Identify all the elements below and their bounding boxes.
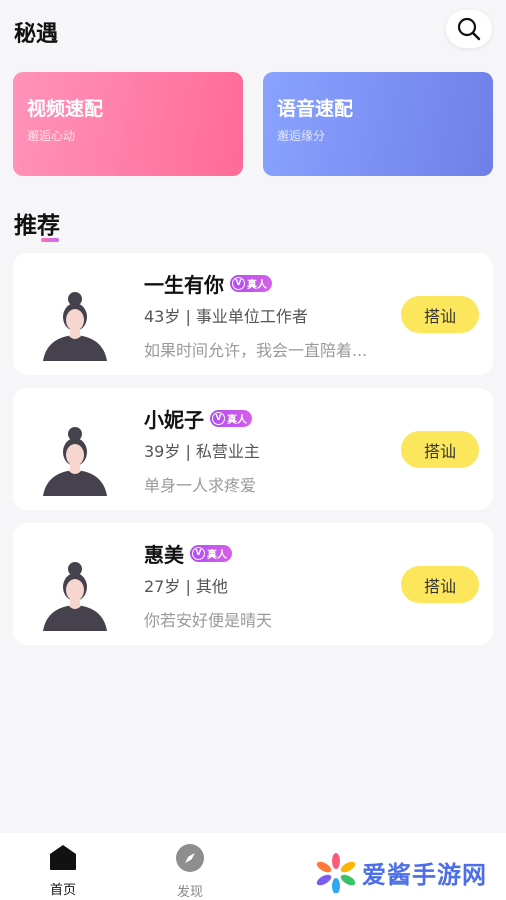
user-name-text: 小妮子	[144, 408, 204, 432]
verified-icon: V	[212, 412, 225, 425]
avatar-icon	[43, 427, 107, 496]
verified-label: 真人	[247, 280, 267, 291]
chat-button[interactable]: 搭讪	[401, 296, 479, 333]
video-match-title: 视频速配	[27, 98, 104, 120]
video-match-card[interactable]: 视频速配 邂逅心动	[13, 72, 243, 176]
user-info: 43岁 | 事业单位工作者	[144, 307, 308, 326]
user-signature: 你若安好便是晴天	[144, 611, 273, 630]
search-icon	[457, 17, 481, 41]
voice-match-card[interactable]: 语音速配 邂逅缘分	[263, 72, 493, 176]
tab-home[interactable]: 首页	[33, 843, 93, 898]
tab-home-label: 首页	[49, 883, 76, 898]
compass-icon	[176, 844, 204, 872]
user-name: 惠美 V 真人	[144, 539, 232, 568]
tab-discover[interactable]: 发现	[160, 843, 220, 900]
verified-badge: V 真人	[230, 275, 272, 292]
video-match-subtitle: 邂逅心动	[27, 129, 76, 143]
avatar-icon	[43, 292, 107, 361]
verified-badge: V 真人	[190, 545, 232, 562]
verified-badge: V 真人	[210, 410, 252, 427]
user-info: 27岁 | 其他	[144, 577, 228, 596]
tab-discover-label: 发现	[176, 885, 203, 900]
verified-icon: V	[192, 547, 205, 560]
section-title: 推荐	[14, 213, 60, 239]
voice-match-subtitle: 邂逅缘分	[277, 129, 326, 143]
verified-icon: V	[232, 277, 245, 290]
voice-match-title: 语音速配	[277, 98, 354, 120]
section-underline	[41, 238, 59, 242]
chat-button[interactable]: 搭讪	[401, 431, 479, 468]
verified-label: 真人	[207, 550, 227, 561]
user-card[interactable]: 惠美 V 真人 27岁 | 其他 你若安好便是晴天 搭讪	[13, 523, 493, 645]
avatar-icon	[43, 562, 107, 631]
home-icon	[50, 845, 76, 870]
search-button[interactable]	[446, 10, 492, 48]
user-signature: 如果时间允许，我会一直陪着...	[144, 341, 368, 360]
user-info: 39岁 | 私营业主	[144, 442, 260, 461]
verified-label: 真人	[227, 415, 247, 426]
chat-button[interactable]: 搭讪	[401, 566, 479, 603]
user-name-text: 一生有你	[144, 273, 224, 297]
user-name: 一生有你 V 真人	[144, 269, 272, 298]
header: 秘遇	[0, 0, 506, 64]
app-title: 秘遇	[14, 22, 59, 47]
user-name-text: 惠美	[144, 543, 184, 567]
user-card[interactable]: 一生有你 V 真人 43岁 | 事业单位工作者 如果时间允许，我会一直陪着... …	[13, 253, 493, 375]
user-card[interactable]: 小妮子 V 真人 39岁 | 私营业主 单身一人求疼爱 搭讪	[13, 388, 493, 510]
watermark: 爱酱手游网	[316, 845, 506, 900]
user-name: 小妮子 V 真人	[144, 404, 252, 433]
watermark-logo-icon	[316, 852, 356, 893]
watermark-text: 爱酱手游网	[362, 861, 487, 889]
user-signature: 单身一人求疼爱	[144, 476, 257, 495]
